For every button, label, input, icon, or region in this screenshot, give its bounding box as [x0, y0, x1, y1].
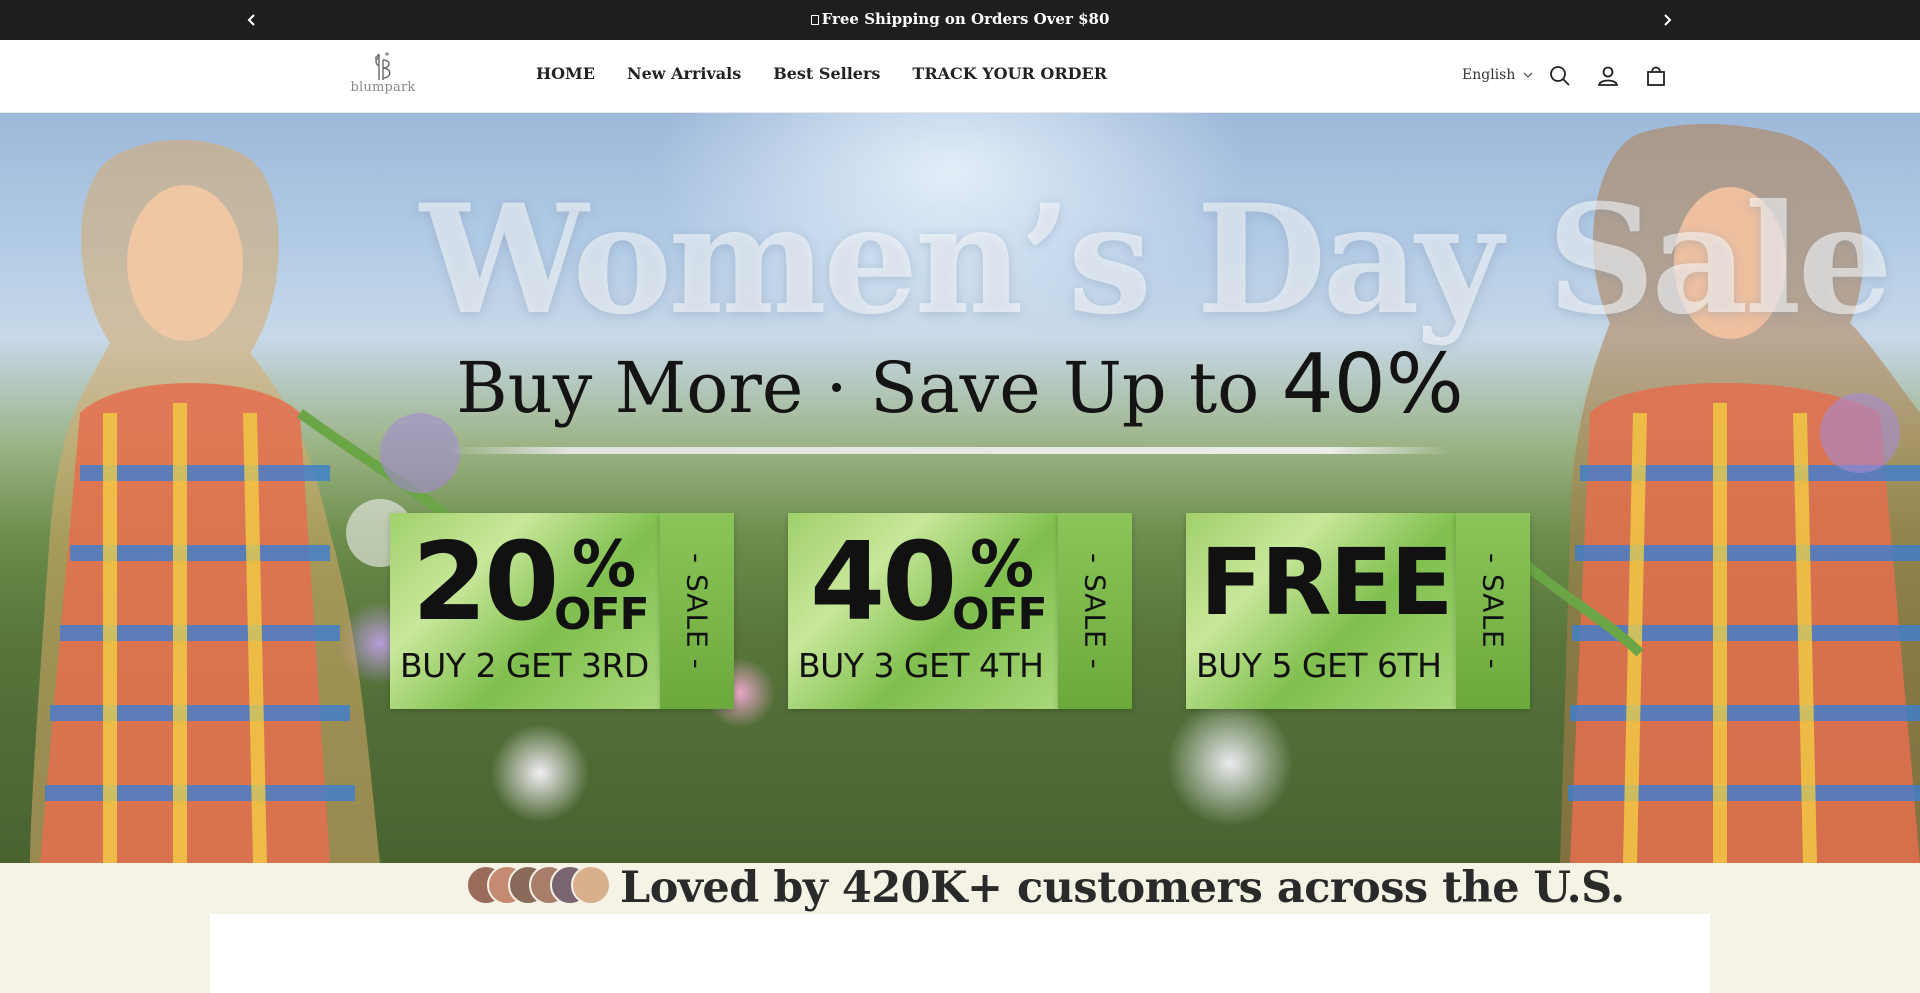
- coupon-value: 40: [810, 520, 957, 645]
- customer-avatars: [466, 865, 622, 907]
- coupon-free[interactable]: FREE BUY 5 GET 6TH - SALE -: [1186, 513, 1532, 709]
- coupon-deal: BUY 5 GET 6TH: [1196, 646, 1442, 685]
- account-button[interactable]: [1595, 63, 1621, 89]
- coupon-value: 20: [412, 520, 559, 645]
- search-button[interactable]: [1547, 63, 1573, 89]
- nav-best-sellers[interactable]: Best Sellers: [773, 64, 880, 83]
- coupon-percent: %: [970, 528, 1035, 602]
- coupon-off: OFF: [952, 589, 1048, 640]
- language-label: English: [1462, 67, 1516, 83]
- announcement-text: Free Shipping on Orders Over $80: [821, 10, 1110, 28]
- coupon-sale-tag: - SALE -: [660, 513, 734, 709]
- avatar: [571, 865, 611, 905]
- content-panel: [210, 914, 1710, 993]
- nav-new-arrivals[interactable]: New Arrivals: [627, 64, 741, 83]
- site-logo[interactable]: blumpark: [348, 48, 418, 106]
- coupon-deal: BUY 3 GET 4TH: [798, 646, 1044, 685]
- hero-title: Women’s Day Sale: [420, 172, 1893, 348]
- account-icon: [1597, 66, 1619, 86]
- site-header: blumpark HOME New Arrivals Best Sellers …: [0, 40, 1920, 113]
- coupon-off: OFF: [554, 589, 650, 640]
- hero-subtitle: Buy More · Save Up to 40%: [0, 337, 1920, 432]
- hero-subtitle-percent: 40%: [1281, 337, 1464, 432]
- coupon-percent: %: [572, 528, 637, 602]
- nav-track-order[interactable]: TRACK YOUR ORDER: [912, 64, 1107, 83]
- announcement-bar: Free Shipping on Orders Over $80: [0, 0, 1920, 40]
- main-nav: HOME New Arrivals Best Sellers TRACK YOU…: [536, 64, 1107, 83]
- nav-home[interactable]: HOME: [536, 64, 595, 83]
- cart-button[interactable]: [1643, 63, 1669, 89]
- coupon-deal: BUY 2 GET 3RD: [400, 646, 649, 685]
- social-proof-strip: Loved by 420K+ customers across the U.S.: [0, 863, 1920, 913]
- coupon-40-off[interactable]: 40 % OFF BUY 3 GET 4TH - SALE -: [788, 513, 1134, 709]
- coupon-20-off[interactable]: 20 % OFF BUY 2 GET 3RD - SALE -: [390, 513, 736, 709]
- logo-text: blumpark: [350, 80, 416, 95]
- coupon-value: FREE: [1200, 529, 1453, 636]
- chevron-down-icon: [1523, 72, 1533, 78]
- hero-subtitle-text: Buy More · Save Up to: [456, 347, 1282, 429]
- cart-icon: [1647, 66, 1665, 86]
- chevron-right-icon: [1664, 14, 1672, 26]
- search-icon: [1550, 66, 1570, 86]
- coupon-sale-text: - SALE -: [680, 552, 714, 670]
- language-selector[interactable]: English: [1462, 67, 1533, 83]
- coupon-sale-text: - SALE -: [1476, 552, 1510, 670]
- gift-icon: [810, 15, 819, 25]
- announcement-message: Free Shipping on Orders Over $80: [0, 10, 1920, 28]
- social-proof-text: Loved by 420K+ customers across the U.S.: [620, 863, 1625, 913]
- coupon-sale-tag: - SALE -: [1058, 513, 1132, 709]
- coupon-sale-text: - SALE -: [1078, 552, 1112, 670]
- coupon-sale-tag: - SALE -: [1456, 513, 1530, 709]
- announcement-next-button[interactable]: [1656, 9, 1678, 31]
- hero-divider: [450, 447, 1450, 454]
- logo-mark-icon: [374, 52, 391, 80]
- hero-banner[interactable]: Women’s Day Sale Buy More · Save Up to 4…: [0, 113, 1920, 863]
